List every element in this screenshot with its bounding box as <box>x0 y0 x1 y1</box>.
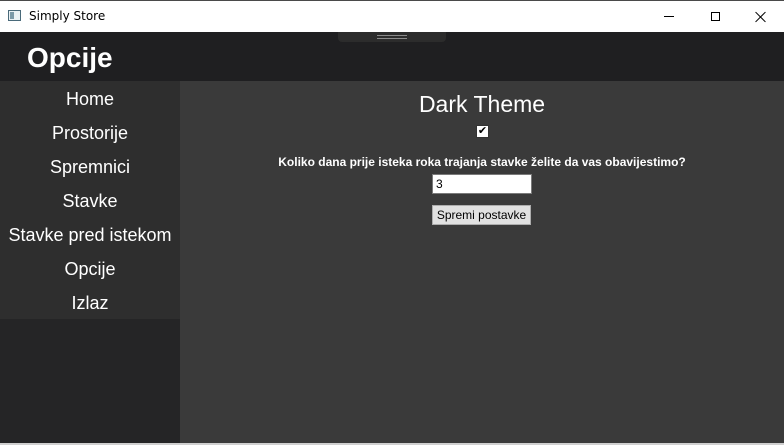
maximize-button[interactable] <box>692 1 738 32</box>
close-button[interactable] <box>738 1 784 32</box>
app-icon <box>8 10 21 21</box>
close-icon <box>755 11 767 23</box>
sidebar-item-spremnici[interactable]: Spremnici <box>0 150 180 184</box>
minimize-icon <box>664 16 674 17</box>
resize-grip-icon[interactable] <box>338 32 446 42</box>
dark-theme-heading: Dark Theme <box>418 91 546 117</box>
window-title: Simply Store <box>29 9 106 23</box>
sidebar-item-opcije[interactable]: Opcije <box>0 252 180 286</box>
dark-theme-checkbox[interactable]: ✔ <box>476 125 489 138</box>
sidebar: Home Prostorije Spremnici Stavke Stavke … <box>0 81 180 445</box>
window-titlebar: Simply Store <box>0 0 784 32</box>
sidebar-item-izlaz[interactable]: Izlaz <box>0 286 180 320</box>
minimize-button[interactable] <box>646 1 692 32</box>
save-settings-button[interactable]: Spremi postavke <box>432 205 531 225</box>
app-window: Opcije Home Prostorije Spremnici Stavke … <box>0 32 784 445</box>
settings-panel: Dark Theme ✔ Koliko dana prije isteka ro… <box>180 81 784 445</box>
maximize-icon <box>710 12 720 21</box>
notification-days-input[interactable] <box>432 174 532 194</box>
sidebar-item-prostorije[interactable]: Prostorije <box>0 116 180 150</box>
sidebar-item-stavke[interactable]: Stavke <box>0 184 180 218</box>
page-title: Opcije <box>27 42 113 73</box>
sidebar-nav: Home Prostorije Spremnici Stavke Stavke … <box>0 81 180 319</box>
app-header: Opcije <box>0 32 784 81</box>
sidebar-item-home[interactable]: Home <box>0 82 180 116</box>
notification-days-label: Koliko dana prije isteka roka trajanja s… <box>278 155 686 169</box>
checkmark-icon: ✔ <box>477 125 488 137</box>
sidebar-item-stavke-pred-istekom[interactable]: Stavke pred istekom <box>0 218 180 252</box>
